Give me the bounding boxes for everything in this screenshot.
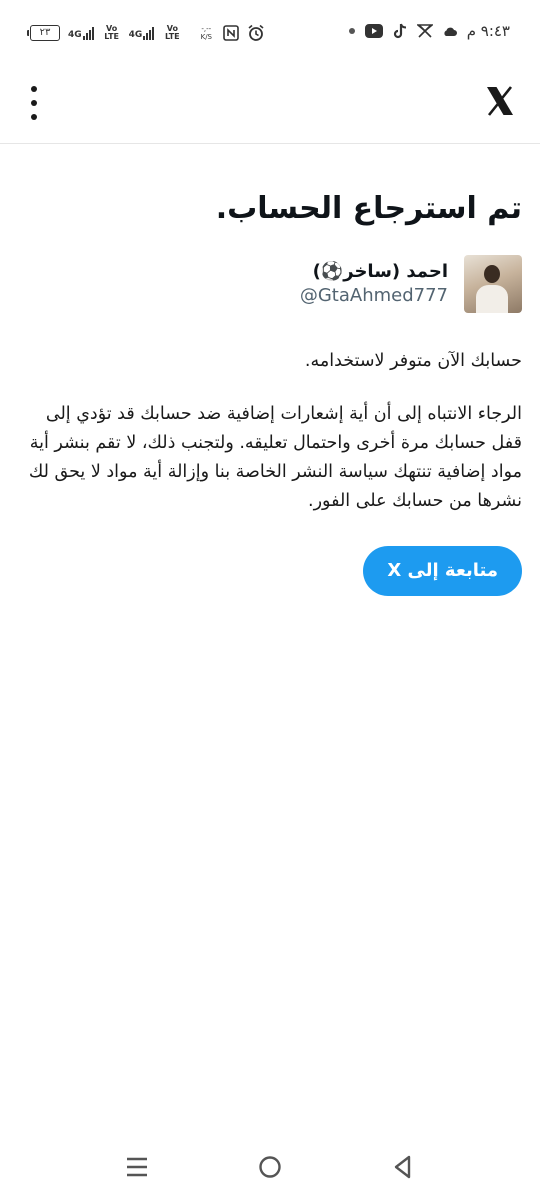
warning-message: الرجاء الانتباه إلى أن أية إشعارات إضافي… [28, 404, 522, 511]
network-speed: -,-- K/S [197, 25, 215, 41]
recent-apps-icon[interactable] [122, 1152, 152, 1182]
network-speed-unit: K/S [200, 33, 213, 41]
main-content: تم استرجاع الحساب. احمد (ساخر⚽) @GtaAhme… [20, 145, 522, 596]
tiktok-icon [393, 23, 406, 39]
nfc-icon [223, 25, 240, 41]
notification-dot-icon [348, 28, 355, 34]
status-right: ٩:٤٣ م [348, 22, 510, 40]
volte-2: Vo LTE [164, 24, 180, 41]
signal-4g-2: 4G [129, 26, 156, 40]
clock: ٩:٤٣ م [466, 22, 510, 40]
network-speed-value: -,-- [201, 25, 212, 33]
volte-1: Vo LTE [104, 24, 119, 41]
status-left: ٢٣ 4G Vo LTE 4G Vo LTE -,-- K/S [27, 24, 265, 42]
signal-4g-1: 4G [68, 26, 95, 40]
profile-name: احمد (ساخر⚽) [312, 261, 448, 282]
status-bar: ٢٣ 4G Vo LTE 4G Vo LTE -,-- K/S ٩:٤٣ م [0, 0, 540, 70]
back-icon[interactable] [388, 1152, 418, 1182]
battery-level: ٢٣ [39, 27, 51, 38]
avatar [464, 255, 522, 313]
battery-icon: ٢٣ [27, 25, 60, 41]
availability-message: حسابك الآن متوفر لاستخدامه. [304, 351, 522, 371]
cloud-icon [444, 27, 457, 36]
x-logo-icon[interactable] [484, 84, 516, 118]
system-nav-bar [0, 1140, 540, 1200]
signal-bars-icon [143, 27, 155, 40]
page-title: تم استرجاع الحساب. [215, 191, 522, 226]
home-icon[interactable] [255, 1152, 285, 1182]
top-bar [0, 70, 540, 144]
profile-handle: @GtaAhmed777 [299, 285, 448, 306]
profile-text: احمد (ساخر⚽) @GtaAhmed777 [300, 260, 448, 308]
continue-to-x-button[interactable]: متابعة إلى X [363, 546, 522, 596]
network-type-2: 4G [128, 30, 143, 40]
more-vertical-icon[interactable] [22, 86, 46, 120]
network-type-1: 4G [68, 30, 82, 40]
signal-bars-icon [82, 27, 94, 40]
alarm-icon [248, 24, 264, 41]
profile-card: احمد (ساخر⚽) @GtaAhmed777 [20, 255, 522, 313]
x-app-notification-icon [416, 24, 433, 38]
youtube-icon [364, 24, 383, 38]
